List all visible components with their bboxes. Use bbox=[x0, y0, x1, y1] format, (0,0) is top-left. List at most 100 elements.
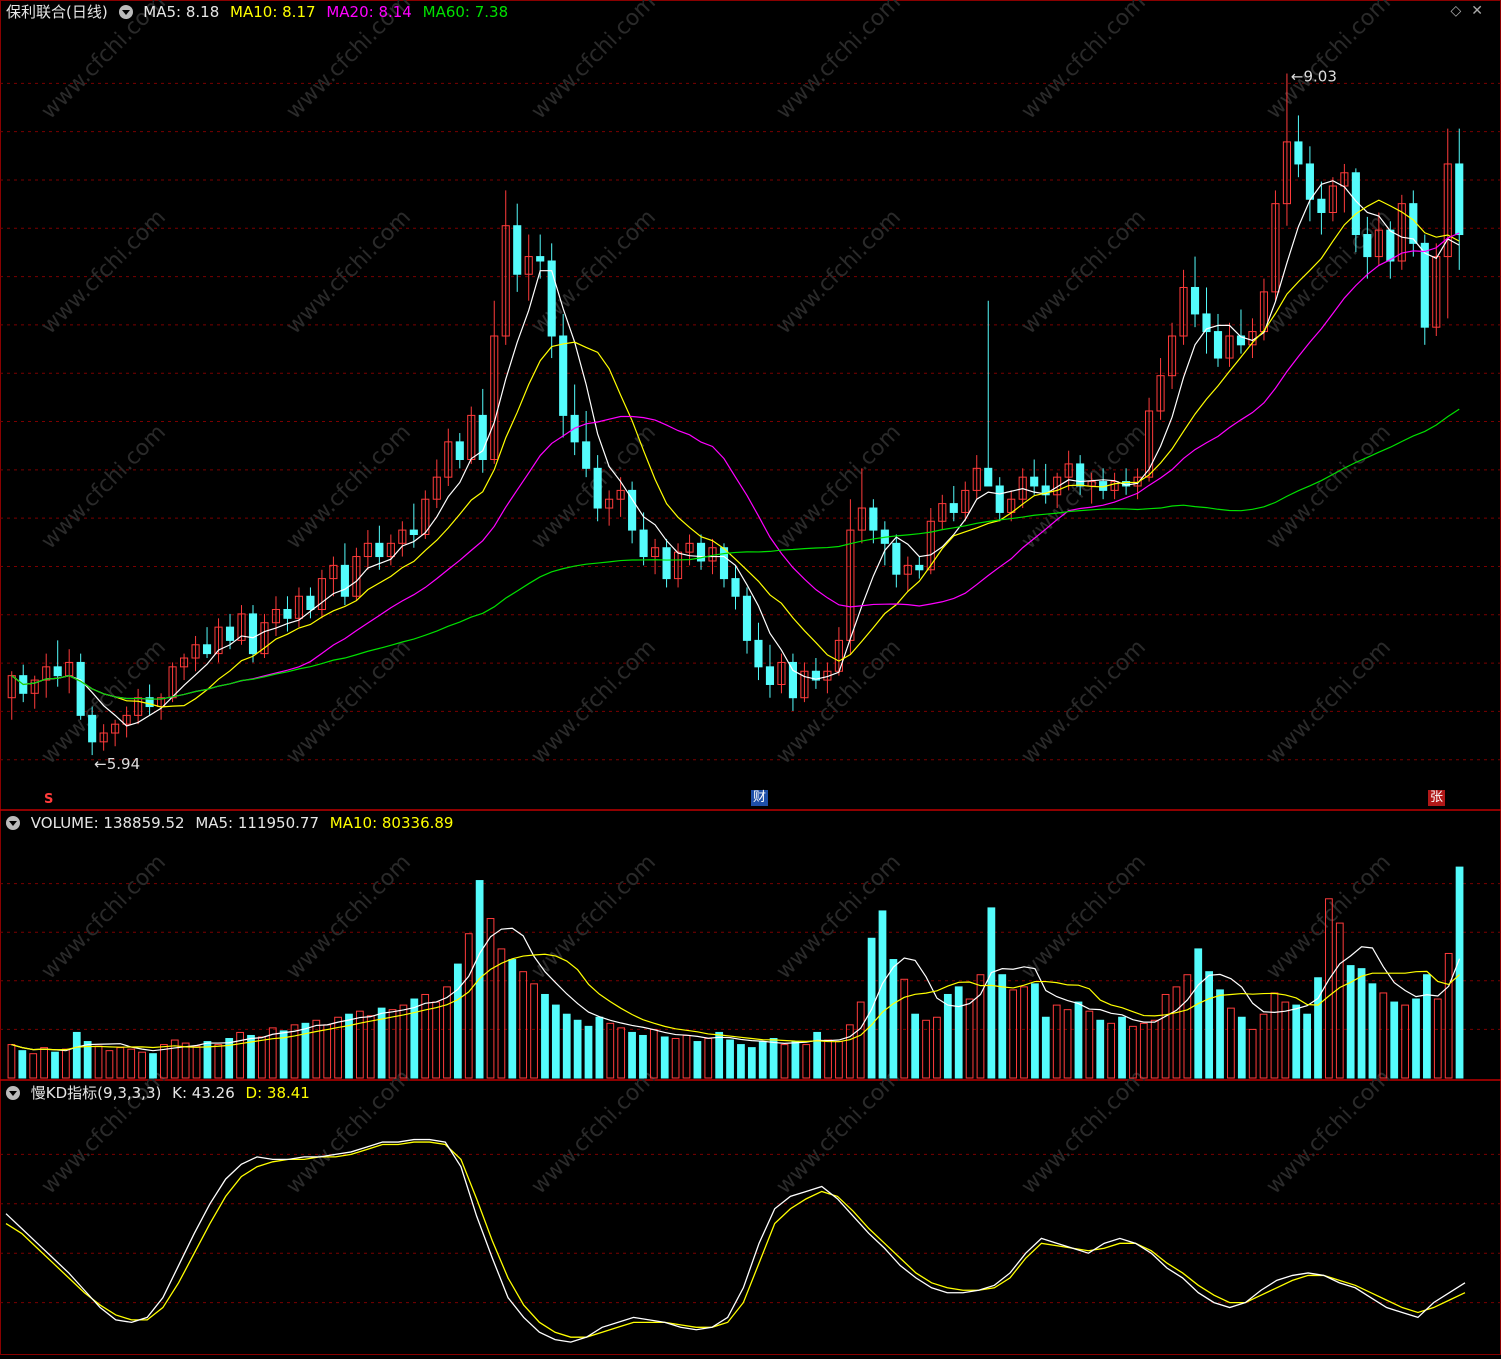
volume-bar bbox=[1303, 1013, 1311, 1079]
volume-bar bbox=[1368, 983, 1377, 1079]
volume-bar bbox=[1390, 1001, 1399, 1079]
volume-bar bbox=[1139, 1022, 1148, 1079]
volume-bar bbox=[1379, 992, 1388, 1079]
volume-bar bbox=[845, 1024, 854, 1079]
volume-bar bbox=[486, 918, 495, 1079]
volume-bar bbox=[51, 1051, 59, 1079]
volume-bar bbox=[1194, 948, 1203, 1079]
volume-bar bbox=[366, 1015, 375, 1079]
volume-bar bbox=[1314, 977, 1322, 1079]
watermark-text: www.cfchi.com bbox=[1262, 420, 1396, 554]
volume-menu-icon[interactable] bbox=[6, 816, 20, 830]
volume-bar bbox=[530, 983, 538, 1079]
volume-bar bbox=[116, 1047, 125, 1079]
candle-body bbox=[1213, 331, 1223, 359]
candle-body bbox=[1386, 229, 1395, 262]
candle-body bbox=[639, 529, 648, 558]
volume-bar bbox=[1281, 1001, 1290, 1079]
volume-bar bbox=[1085, 1010, 1094, 1079]
volume-bar bbox=[1401, 1004, 1409, 1079]
volume-bar bbox=[802, 1044, 811, 1079]
volume-ma10: MA10: 80336.89 bbox=[329, 814, 454, 832]
volume-bar bbox=[562, 1013, 571, 1079]
volume-bar bbox=[911, 1013, 920, 1079]
candle-body bbox=[409, 529, 418, 536]
volume-bar bbox=[301, 1022, 310, 1079]
kd-d-line bbox=[5, 1141, 1466, 1338]
volume-bar bbox=[236, 1031, 244, 1079]
volume-bar bbox=[290, 1024, 299, 1079]
marker-s[interactable]: S bbox=[42, 792, 55, 808]
candle-body bbox=[1030, 476, 1039, 487]
marker-cai[interactable]: 财 bbox=[751, 790, 769, 806]
candle-body bbox=[559, 335, 568, 416]
watermark-text: www.cfchi.com bbox=[1262, 1065, 1396, 1199]
kd-indicator-name: 慢KD指标(9,3,3,3) bbox=[30, 1084, 162, 1102]
kd-menu-icon[interactable] bbox=[6, 1086, 20, 1100]
panel-menu-icon[interactable] bbox=[118, 5, 133, 19]
watermark-text: www.cfchi.com bbox=[527, 635, 661, 769]
watermark-text: www.cfchi.com bbox=[37, 205, 171, 339]
volume-bar bbox=[1237, 1016, 1246, 1079]
stock-chart-window: www.cfchi.com www.cfchi.com www.cfchi.com w… bbox=[0, 0, 1501, 1355]
watermark-text: www.cfchi.com bbox=[772, 205, 906, 339]
volume-bar bbox=[737, 1044, 745, 1079]
chart-canvas[interactable]: www.cfchi.com www.cfchi.com www.cfchi.com w… bbox=[0, 0, 1501, 1355]
candle-body bbox=[248, 613, 258, 655]
ma5-line bbox=[11, 180, 1460, 727]
candle-body bbox=[765, 666, 775, 685]
volume-bar bbox=[769, 1038, 778, 1079]
candle-body bbox=[742, 595, 752, 641]
volume-bar bbox=[1063, 1009, 1072, 1079]
volume-bar bbox=[606, 1022, 615, 1079]
ma60-label: MA60: 7.38 bbox=[422, 3, 509, 21]
ma5-label: MA5: 8.18 bbox=[143, 3, 220, 21]
volume-bar bbox=[1205, 971, 1214, 1079]
volume-bar bbox=[62, 1048, 70, 1079]
ma10-label: MA10: 8.17 bbox=[230, 3, 316, 21]
candle-body bbox=[306, 595, 315, 610]
watermark-text: www.cfchi.com bbox=[527, 1065, 661, 1199]
candle-body bbox=[593, 467, 602, 509]
candle-body bbox=[719, 547, 729, 580]
watermark-text: www.cfchi.com bbox=[1262, 0, 1396, 124]
candle-body bbox=[1305, 163, 1314, 200]
volume-bar bbox=[1052, 1004, 1061, 1079]
candle-body bbox=[1317, 198, 1326, 213]
watermark-text: www.cfchi.com bbox=[1017, 850, 1151, 984]
candle-body bbox=[1076, 463, 1085, 487]
close-icon[interactable]: ✕ bbox=[1471, 3, 1493, 19]
candle-body bbox=[1294, 141, 1303, 165]
volume-bar bbox=[497, 948, 506, 1079]
candle-body bbox=[76, 661, 85, 716]
candle-body bbox=[88, 714, 97, 743]
candle-body bbox=[582, 441, 591, 469]
volume-bar bbox=[1161, 993, 1170, 1079]
volume-panel-header: VOLUME: 138859.52 MA5: 111950.77 MA10: 8… bbox=[6, 812, 459, 834]
ma60-line bbox=[11, 408, 1460, 700]
stock-title: 保利联合(日线) bbox=[6, 3, 108, 21]
volume-bar bbox=[889, 959, 898, 1079]
candle-body bbox=[225, 626, 235, 641]
volume-bar bbox=[355, 1010, 364, 1079]
volume-bar bbox=[519, 971, 528, 1079]
watermark-text: www.cfchi.com bbox=[772, 0, 906, 124]
volume-bar bbox=[1183, 974, 1192, 1079]
volume-bar bbox=[1041, 1016, 1050, 1079]
volume-bar bbox=[181, 1042, 190, 1079]
volume-bar bbox=[149, 1053, 157, 1079]
volume-bar bbox=[998, 974, 1007, 1079]
volume-bar bbox=[399, 1004, 408, 1079]
volume-bar bbox=[192, 1045, 201, 1079]
volume-bar bbox=[1455, 866, 1464, 1079]
marker-zhang[interactable]: 张 bbox=[1428, 790, 1446, 806]
volume-bar bbox=[1270, 992, 1279, 1079]
volume-bar bbox=[595, 1016, 604, 1079]
candle-body bbox=[53, 666, 62, 677]
volume-bar bbox=[693, 1041, 702, 1079]
diamond-icon[interactable]: ◇ bbox=[1450, 3, 1471, 19]
volume-bar bbox=[432, 1001, 440, 1079]
volume-bar bbox=[726, 1039, 734, 1079]
volume-bar bbox=[1292, 1004, 1301, 1079]
volume-bar bbox=[1009, 989, 1018, 1079]
